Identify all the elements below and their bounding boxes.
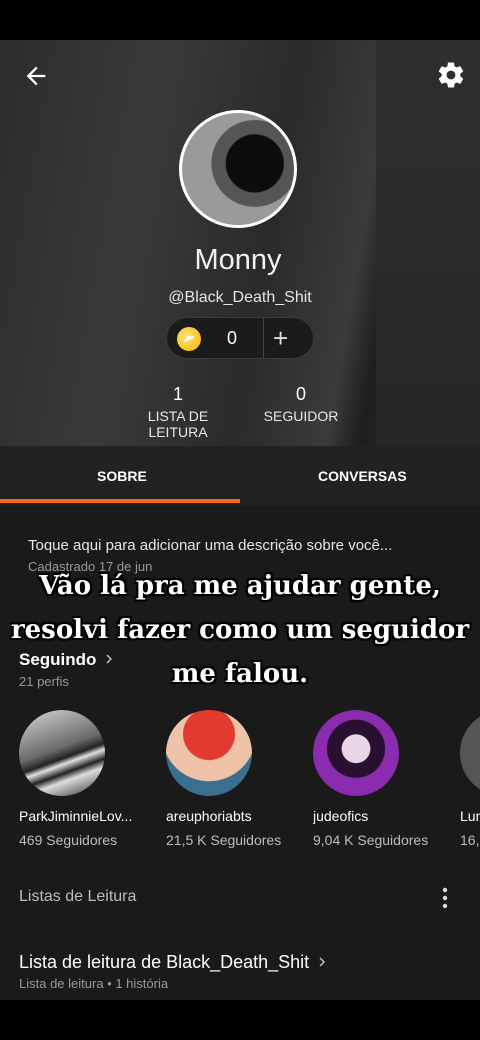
active-tab-indicator <box>0 499 240 503</box>
coin-icon <box>177 327 201 351</box>
gear-icon[interactable] <box>436 60 466 90</box>
plus-icon[interactable]: + <box>273 323 288 354</box>
profile-tabs: SOBRE CONVERSAS <box>0 446 480 506</box>
pill-divider <box>263 318 264 358</box>
chevron-right-icon <box>319 957 326 967</box>
stat-followers[interactable]: 0 SEGUIDOR <box>260 384 342 424</box>
user-followers: 9,04 K Seguidores <box>313 832 429 848</box>
profile-avatar[interactable] <box>179 110 297 228</box>
user-followers: 16, <box>460 832 480 848</box>
following-user-card[interactable]: areuphoriabts 21,5 K Seguidores <box>166 710 306 848</box>
user-followers: 21,5 K Seguidores <box>166 832 282 848</box>
profile-screen: Monny @Black_Death_Shit 0 + 1 LISTA DE L… <box>0 40 480 1000</box>
profile-handle: @Black_Death_Shit <box>168 289 312 306</box>
user-avatar <box>460 710 480 796</box>
user-followers: 469 Seguidores <box>19 832 118 848</box>
profile-header-background <box>0 40 480 446</box>
header-background-shade <box>376 40 480 446</box>
user-name: areuphoriabts <box>166 808 252 824</box>
stat-followers-label: SEGUIDOR <box>263 408 339 424</box>
user-avatar <box>19 710 105 796</box>
reading-list-title: Lista de leitura de Black_Death_Shit <box>19 952 310 972</box>
back-arrow-icon[interactable] <box>22 62 50 90</box>
tab-sobre[interactable]: SOBRE <box>97 468 147 484</box>
following-user-card[interactable]: ParkJiminnieLov... 469 Seguidores <box>19 710 159 848</box>
following-section-title[interactable]: Seguindo <box>19 650 117 670</box>
stat-reading-lists[interactable]: 1 LISTA DE LEITURA <box>118 384 238 440</box>
overlay-caption-line-1: Vão lá pra me ajudar gente, <box>39 571 441 601</box>
stat-followers-value: 0 <box>295 384 306 404</box>
following-count: 21 perfis <box>19 674 69 689</box>
coins-count: 0 <box>227 328 238 348</box>
profile-display-name: Monny <box>194 244 282 276</box>
tab-conversas[interactable]: CONVERSAS <box>318 468 407 484</box>
following-title-text: Seguindo <box>19 650 97 669</box>
description-prompt[interactable]: Toque aqui para adicionar uma descrição … <box>28 537 392 554</box>
overlay-caption: Vão lá pra me ajudar gente, resolvi faze… <box>0 564 480 696</box>
stat-reading-lists-label: LISTA DE LEITURA <box>147 408 209 440</box>
coins-pill[interactable]: 0 + <box>166 317 314 359</box>
stat-reading-lists-value: 1 <box>172 384 183 404</box>
chevron-right-icon <box>106 654 113 664</box>
reading-lists-section-title: Listas de Leitura <box>19 888 137 905</box>
reading-list-meta: Lista de leitura • 1 história <box>19 976 169 991</box>
user-name: ParkJiminnieLov... <box>19 808 133 824</box>
reading-list-item[interactable]: Lista de leitura de Black_Death_Shit <box>19 952 330 973</box>
user-avatar <box>166 710 252 796</box>
user-name: Lun <box>460 808 480 824</box>
user-avatar <box>313 710 399 796</box>
user-name: judeofics <box>313 808 369 824</box>
following-user-card[interactable]: judeofics 9,04 K Seguidores <box>313 710 453 848</box>
following-user-card[interactable]: Lun 16, <box>460 710 480 848</box>
kebab-menu-icon[interactable] <box>441 886 449 910</box>
overlay-caption-line-2: resolvi fazer como um seguidor <box>10 615 470 645</box>
